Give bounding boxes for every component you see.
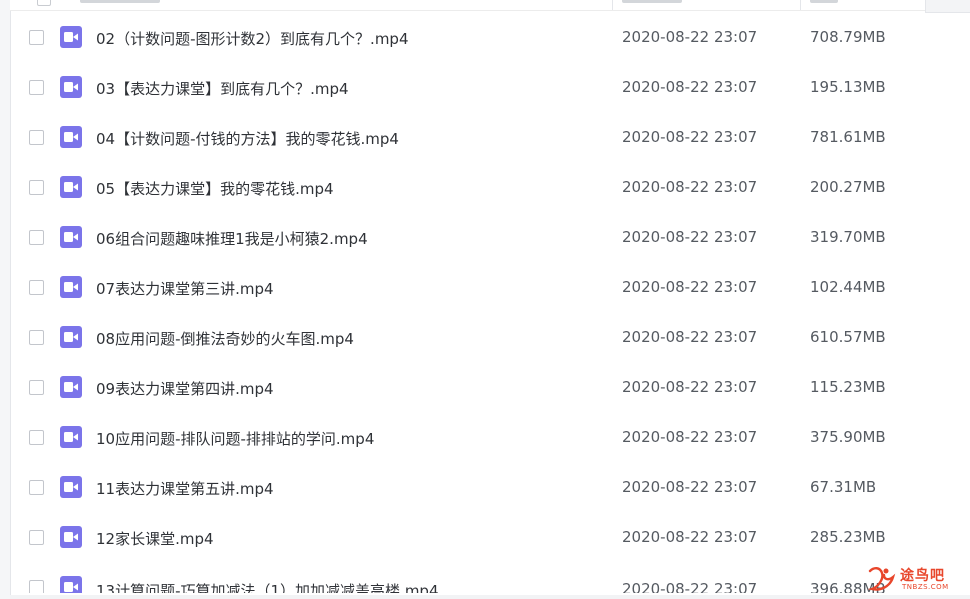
file-name[interactable]: 02（计数问题-图形计数2）到底有几个？.mp4 xyxy=(96,28,409,49)
horizontal-scrollbar[interactable] xyxy=(10,595,970,599)
file-row[interactable]: 04【计数问题-付钱的方法】我的零花钱.mp4 2020-08-22 23:07… xyxy=(10,113,970,163)
file-row[interactable]: 06组合问题趣味推理1我是小柯猿2.mp4 2020-08-22 23:07 3… xyxy=(10,213,970,263)
file-row[interactable]: 02（计数问题-图形计数2）到底有几个？.mp4 2020-08-22 23:0… xyxy=(10,13,970,63)
file-date: 2020-08-22 23:07 xyxy=(622,378,758,396)
header-corner xyxy=(925,0,970,13)
header-date-column[interactable] xyxy=(622,0,682,3)
file-size: 708.79MB xyxy=(810,28,886,46)
row-checkbox[interactable] xyxy=(29,580,44,593)
video-file-icon xyxy=(60,576,82,593)
file-size: 781.61MB xyxy=(810,128,886,146)
row-checkbox[interactable] xyxy=(29,130,44,145)
file-row[interactable]: 08应用问题-倒推法奇妙的火车图.mp4 2020-08-22 23:07 61… xyxy=(10,313,970,363)
video-file-icon xyxy=(60,426,82,448)
file-name[interactable]: 11表达力课堂第五讲.mp4 xyxy=(96,478,274,499)
row-checkbox[interactable] xyxy=(29,430,44,445)
site-watermark: 途鸟吧 TNBZS.COM xyxy=(866,563,962,595)
row-checkbox[interactable] xyxy=(29,180,44,195)
file-date: 2020-08-22 23:07 xyxy=(622,528,758,546)
file-size: 195.13MB xyxy=(810,78,886,96)
file-row[interactable]: 10应用问题-排队问题-排排站的学问.mp4 2020-08-22 23:07 … xyxy=(10,413,970,463)
row-checkbox[interactable] xyxy=(29,30,44,45)
row-checkbox[interactable] xyxy=(29,480,44,495)
file-name[interactable]: 05【表达力课堂】我的零花钱.mp4 xyxy=(96,178,334,199)
file-name[interactable]: 12家长课堂.mp4 xyxy=(96,528,214,549)
file-name[interactable]: 09表达力课堂第四讲.mp4 xyxy=(96,378,274,399)
video-file-icon xyxy=(60,476,82,498)
file-row[interactable]: 11表达力课堂第五讲.mp4 2020-08-22 23:07 67.31MB xyxy=(10,463,970,513)
video-file-icon xyxy=(60,526,82,548)
file-row[interactable]: 03【表达力课堂】到底有几个？.mp4 2020-08-22 23:07 195… xyxy=(10,63,970,113)
file-size: 115.23MB xyxy=(810,378,886,396)
file-date: 2020-08-22 23:07 xyxy=(622,428,758,446)
row-checkbox[interactable] xyxy=(29,80,44,95)
video-file-icon xyxy=(60,26,82,48)
bird-logo-icon xyxy=(867,567,896,591)
file-name[interactable]: 04【计数问题-付钱的方法】我的零花钱.mp4 xyxy=(96,128,399,149)
file-size: 67.31MB xyxy=(810,478,877,496)
file-row[interactable]: 05【表达力课堂】我的零花钱.mp4 2020-08-22 23:07 200.… xyxy=(10,163,970,213)
file-date: 2020-08-22 23:07 xyxy=(622,178,758,196)
watermark-url: TNBZS.COM xyxy=(902,583,949,591)
table-header-edge xyxy=(10,0,970,11)
file-size: 610.57MB xyxy=(810,328,886,346)
file-row[interactable]: 13计算问题-巧算加减法（1）加加减减盖高楼.mp4 2020-08-22 23… xyxy=(10,563,970,593)
header-size-column[interactable] xyxy=(810,0,838,3)
row-checkbox[interactable] xyxy=(29,380,44,395)
file-date: 2020-08-22 23:07 xyxy=(622,78,758,96)
file-date: 2020-08-22 23:07 xyxy=(622,28,758,46)
column-divider[interactable] xyxy=(612,0,613,10)
file-row[interactable]: 12家长课堂.mp4 2020-08-22 23:07 285.23MB xyxy=(10,513,970,563)
file-date: 2020-08-22 23:07 xyxy=(622,478,758,496)
video-file-icon xyxy=(60,226,82,248)
file-date: 2020-08-22 23:07 xyxy=(622,278,758,296)
file-row[interactable]: 09表达力课堂第四讲.mp4 2020-08-22 23:07 115.23MB xyxy=(10,363,970,413)
select-all-checkbox[interactable] xyxy=(37,0,51,6)
video-file-icon xyxy=(60,176,82,198)
file-size: 319.70MB xyxy=(810,228,886,246)
video-file-icon xyxy=(60,376,82,398)
file-size: 375.90MB xyxy=(810,428,886,446)
file-name[interactable]: 08应用问题-倒推法奇妙的火车图.mp4 xyxy=(96,328,354,349)
file-list: 02（计数问题-图形计数2）到底有几个？.mp4 2020-08-22 23:0… xyxy=(10,13,970,593)
file-date: 2020-08-22 23:07 xyxy=(622,228,758,246)
file-size: 102.44MB xyxy=(810,278,886,296)
file-date: 2020-08-22 23:07 xyxy=(622,328,758,346)
watermark-title: 途鸟吧 xyxy=(900,568,945,584)
file-name[interactable]: 03【表达力课堂】到底有几个？.mp4 xyxy=(96,78,349,99)
file-name[interactable]: 06组合问题趣味推理1我是小柯猿2.mp4 xyxy=(96,228,368,249)
row-checkbox[interactable] xyxy=(29,330,44,345)
column-divider[interactable] xyxy=(800,0,801,10)
row-checkbox[interactable] xyxy=(29,280,44,295)
file-row[interactable]: 07表达力课堂第三讲.mp4 2020-08-22 23:07 102.44MB xyxy=(10,263,970,313)
row-checkbox[interactable] xyxy=(29,230,44,245)
video-file-icon xyxy=(60,76,82,98)
file-date: 2020-08-22 23:07 xyxy=(622,580,758,593)
video-file-icon xyxy=(60,276,82,298)
file-name[interactable]: 07表达力课堂第三讲.mp4 xyxy=(96,278,274,299)
file-size: 200.27MB xyxy=(810,178,886,196)
file-name[interactable]: 10应用问题-排队问题-排排站的学问.mp4 xyxy=(96,428,374,449)
file-name[interactable]: 13计算问题-巧算加减法（1）加加减减盖高楼.mp4 xyxy=(96,580,439,593)
file-date: 2020-08-22 23:07 xyxy=(622,128,758,146)
header-name-column[interactable] xyxy=(80,0,160,3)
file-size: 285.23MB xyxy=(810,528,886,546)
video-file-icon xyxy=(60,126,82,148)
video-file-icon xyxy=(60,326,82,348)
row-checkbox[interactable] xyxy=(29,530,44,545)
